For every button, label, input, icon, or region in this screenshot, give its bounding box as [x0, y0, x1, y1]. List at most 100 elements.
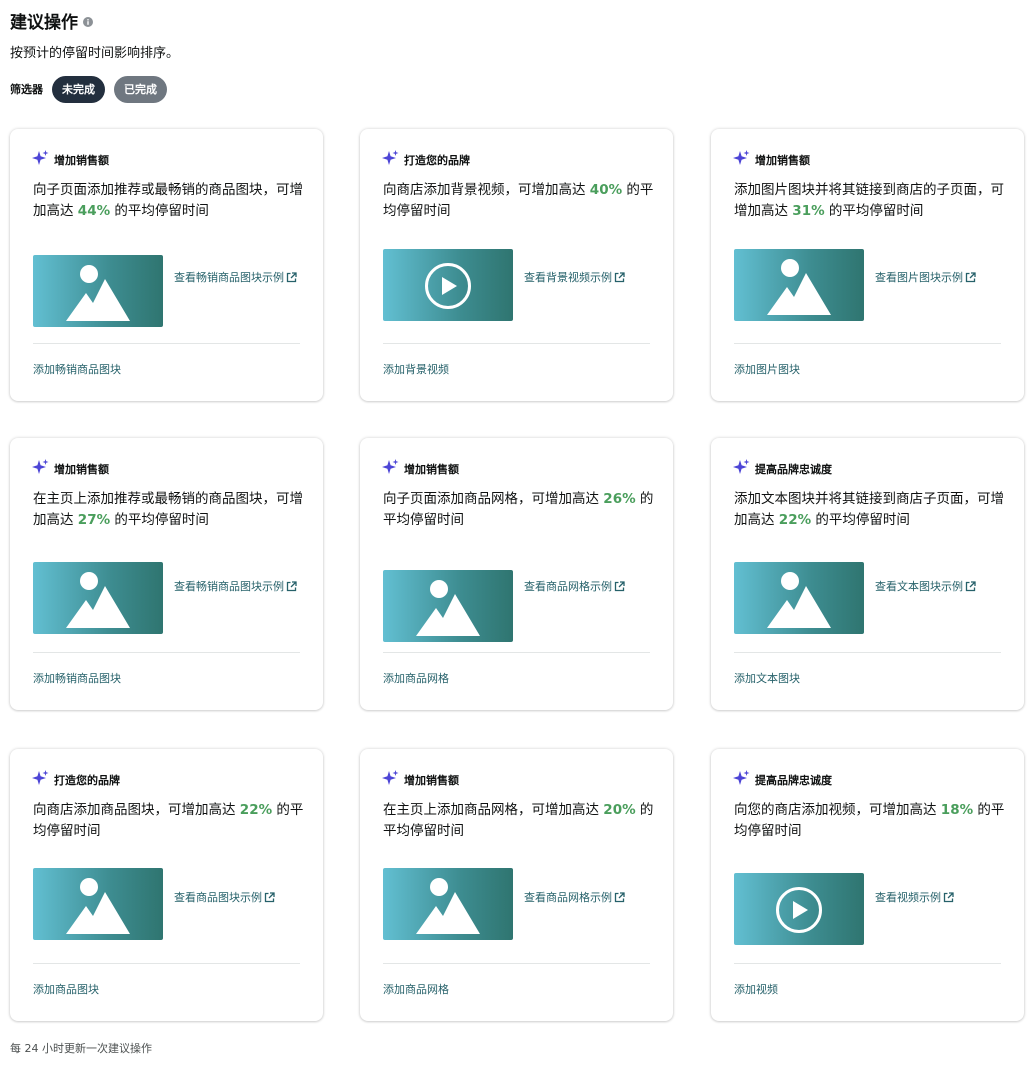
view-example-link[interactable]: 查看商品网格示例 [524, 578, 649, 595]
example-link-label: 查看商品网格示例 [524, 580, 612, 593]
card-description: 向子页面添加商品网格，可增加高达 26% 的平均停留时间 [383, 489, 658, 531]
card-divider [383, 963, 650, 964]
description-text: 向子页面添加商品网格，可增加高达 [383, 491, 604, 507]
description-text: 向商店添加商品图块，可增加高达 [33, 802, 240, 818]
category-label: 打造您的品牌 [54, 774, 120, 787]
card-category: 提高品牌忠诚度 [733, 769, 832, 791]
external-link-icon [963, 271, 976, 284]
sparkle-icon [733, 149, 755, 171]
suggestion-card: 增加销售额 向子页面添加推荐或最畅销的商品图块，可增加高达 44% 的平均停留时间… [10, 129, 323, 401]
view-example-link[interactable]: 查看视频示例 [875, 889, 1000, 906]
example-link-label: 查看视频示例 [875, 891, 941, 904]
percent-value: 44% [77, 203, 111, 219]
external-link-icon [262, 891, 275, 904]
card-divider [383, 343, 650, 344]
card-divider [734, 652, 1001, 653]
add-action-link[interactable]: 添加图片图块 [734, 361, 800, 377]
card-description: 向商店添加背景视频，可增加高达 40% 的平均停留时间 [383, 180, 658, 222]
category-label: 提高品牌忠诚度 [755, 774, 832, 787]
suggestion-card: 打造您的品牌向商店添加背景视频，可增加高达 40% 的平均停留时间查看背景视频示… [360, 129, 673, 401]
card-category: 提高品牌忠诚度 [733, 458, 832, 480]
card-divider [734, 343, 1001, 344]
suggestion-card: 增加销售额 在主页上添加商品网格，可增加高达 20% 的平均停留时间 查看商品网格示… [360, 749, 673, 1021]
image-icon [33, 868, 163, 940]
external-link-icon [612, 271, 625, 284]
percent-value: 31% [792, 203, 825, 219]
card-description: 向您的商店添加视频，可增加高达 18% 的平均停留时间 [734, 800, 1009, 842]
add-action-link[interactable]: 添加商品图块 [33, 981, 99, 997]
sparkle-icon [733, 458, 755, 480]
add-action-link[interactable]: 添加文本图块 [734, 670, 800, 686]
card-divider [383, 652, 650, 653]
description-text: 向您的商店添加视频，可增加高达 [734, 802, 941, 818]
external-link-icon [612, 580, 625, 593]
page-subtitle: 按预计的停留时间影响排序。 [10, 46, 180, 61]
external-link-icon [284, 271, 297, 284]
view-example-link[interactable]: 查看文本图块示例 [875, 578, 1000, 595]
card-divider [33, 652, 300, 653]
percent-value: 40% [589, 182, 623, 198]
category-label: 增加销售额 [755, 154, 810, 167]
description-text: 向商店添加背景视频，可增加高达 [383, 182, 590, 198]
card-category: 打造您的品牌 [382, 149, 470, 171]
filter-bar: 筛选器 未完成 已完成 [10, 75, 176, 103]
filter-completed-button[interactable]: 已完成 [114, 75, 167, 103]
card-category: 增加销售额 [382, 458, 459, 478]
filter-incomplete-button[interactable]: 未完成 [52, 75, 105, 103]
suggestion-card: 提高品牌忠诚度添加文本图块并将其链接到商店子页面，可增加高达 22% 的平均停留… [711, 438, 1024, 710]
image-icon [734, 249, 864, 321]
view-example-link[interactable]: 查看畅销商品图块示例 [174, 269, 299, 286]
add-action-link[interactable]: 添加背景视频 [383, 361, 449, 377]
percent-value: 22% [239, 802, 273, 818]
image-icon [383, 570, 513, 642]
card-description: 在主页上添加推荐或最畅销的商品图块，可增加高达 27% 的平均停留时间 [33, 489, 308, 531]
view-example-link[interactable]: 查看商品网格示例 [524, 889, 649, 906]
category-label: 提高品牌忠诚度 [755, 463, 832, 476]
add-action-link[interactable]: 添加商品网格 [383, 670, 449, 686]
card-category: 打造您的品牌 [32, 769, 120, 791]
sparkle-icon [32, 458, 54, 480]
card-category: 增加销售额 [32, 458, 109, 480]
add-action-link[interactable]: 添加畅销商品图块 [33, 670, 121, 686]
card-category: 增加销售额 [733, 149, 810, 171]
percent-value: 26% [603, 491, 636, 507]
description-suffix: 的平均停留时间 [110, 512, 209, 528]
description-text: 在主页上添加商品网格，可增加高达 [383, 802, 604, 818]
card-description: 向商店添加商品图块，可增加高达 22% 的平均停留时间 [33, 800, 308, 842]
description-suffix: 的平均停留时间 [824, 203, 924, 219]
card-category: 增加销售额 [32, 149, 109, 169]
page-title: 建议操作 [10, 12, 78, 33]
sparkle-icon [32, 769, 54, 791]
description-suffix: 的平均停留时间 [811, 512, 910, 528]
suggestion-card: 增加销售额 添加图片图块并将其链接到商店的子页面，可增加高达 31% 的平均停留时… [711, 129, 1024, 401]
suggestion-card: 增加销售额向子页面添加商品网格，可增加高达 26% 的平均停留时间查看商品网格示… [360, 438, 673, 710]
header: 建议操作 [10, 8, 93, 33]
card-divider [33, 963, 300, 964]
image-icon [734, 562, 864, 634]
sparkle-icon [382, 149, 404, 171]
filter-label: 筛选器 [10, 83, 43, 96]
view-example-link[interactable]: 查看畅销商品图块示例 [174, 578, 299, 595]
sparkle-icon [382, 769, 404, 791]
add-action-link[interactable]: 添加视频 [734, 981, 778, 997]
category-label: 增加销售额 [54, 154, 109, 167]
card-divider [33, 343, 300, 344]
external-link-icon [963, 580, 976, 593]
external-link-icon [612, 891, 625, 904]
add-action-link[interactable]: 添加商品网格 [383, 981, 449, 997]
view-example-link[interactable]: 查看商品图块示例 [174, 889, 299, 906]
card-description: 在主页上添加商品网格，可增加高达 20% 的平均停留时间 [383, 800, 658, 842]
sparkle-icon [733, 769, 755, 791]
suggestion-card: 提高品牌忠诚度向您的商店添加视频，可增加高达 18% 的平均停留时间查看视频示例… [711, 749, 1024, 1021]
example-link-label: 查看畅销商品图块示例 [174, 580, 284, 593]
card-description: 添加文本图块并将其链接到商店子页面，可增加高达 22% 的平均停留时间 [734, 489, 1009, 531]
example-link-label: 查看文本图块示例 [875, 580, 963, 593]
percent-value: 22% [778, 512, 812, 528]
view-example-link[interactable]: 查看背景视频示例 [524, 269, 649, 286]
info-icon[interactable] [83, 16, 93, 27]
play-icon [734, 873, 864, 945]
add-action-link[interactable]: 添加畅销商品图块 [33, 361, 121, 377]
description-suffix: 的平均停留时间 [110, 203, 209, 219]
view-example-link[interactable]: 查看图片图块示例 [875, 269, 1000, 286]
image-icon [33, 562, 163, 634]
